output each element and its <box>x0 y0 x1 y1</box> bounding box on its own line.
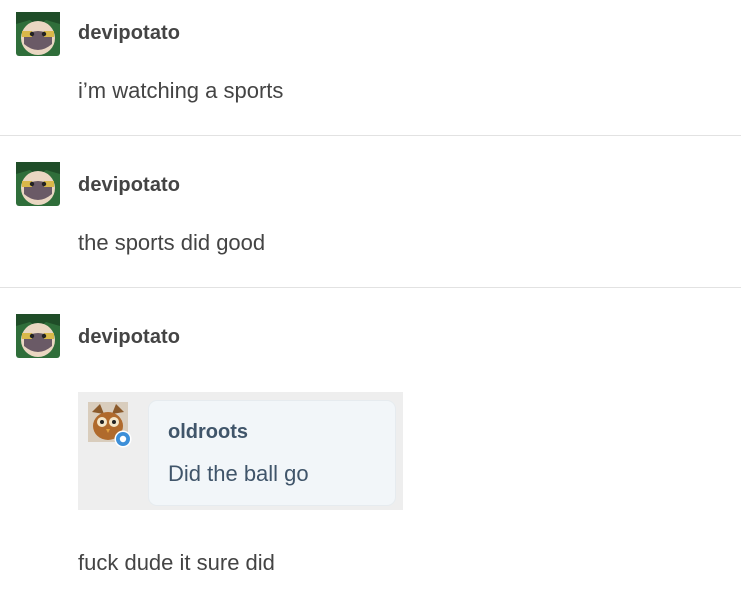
quoted-text: Did the ball go <box>168 461 309 486</box>
post-text: i’m watching a sports <box>78 78 284 103</box>
chat-post: devipotato the sports did good <box>0 136 741 288</box>
post-username[interactable]: devipotato <box>78 174 180 197</box>
post-text: the sports did good <box>78 230 266 255</box>
post-username[interactable]: devipotato <box>78 326 180 349</box>
user-avatar[interactable] <box>16 12 60 56</box>
reblog-badge-icon <box>114 430 132 448</box>
post-text: fuck dude it sure did <box>78 550 275 575</box>
user-avatar[interactable] <box>16 314 60 358</box>
quoted-user-avatar[interactable] <box>88 402 134 448</box>
post-username[interactable]: devipotato <box>78 22 180 45</box>
quote-bubble: oldroots Did the ball go <box>148 400 396 506</box>
quoted-username[interactable]: oldroots <box>168 421 248 444</box>
chat-post: devipotato i’m watching a sports <box>0 0 741 136</box>
chat-post: devipotato oldroots Did the ball go fuck… <box>0 288 741 593</box>
user-avatar[interactable] <box>16 162 60 206</box>
quoted-message: oldroots Did the ball go <box>78 392 403 510</box>
